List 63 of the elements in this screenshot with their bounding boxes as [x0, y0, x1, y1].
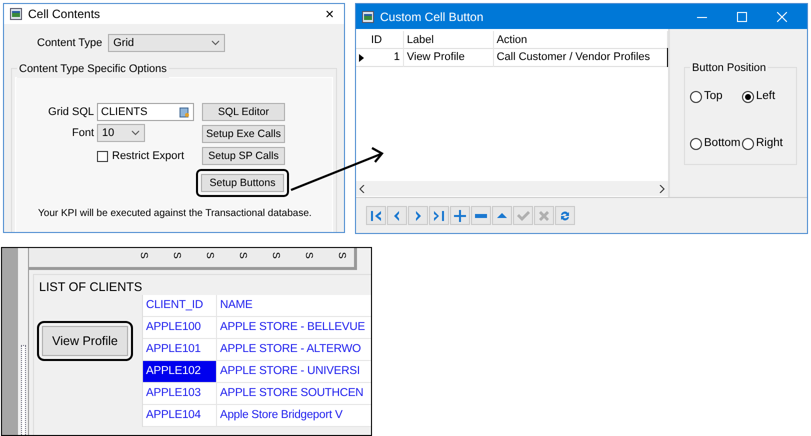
checkbox[interactable]	[97, 150, 108, 162]
ruler-mark: S	[269, 252, 279, 260]
table-cell: Call Customer / Vendor Profiles	[494, 48, 668, 67]
table-cell[interactable]: APPLE104	[143, 405, 217, 427]
info-text: Your KPI will be executed against the Transactional database.	[38, 207, 312, 221]
dialog-button[interactable]: Setup Buttons	[201, 174, 284, 192]
grid-sql-field[interactable]: CLIENTS	[97, 103, 194, 121]
ruler-mark: S	[170, 252, 180, 260]
app-icon	[10, 8, 22, 20]
ruler-mark: S	[203, 252, 213, 260]
radio-button[interactable]	[742, 138, 754, 150]
window-title: Cell Contents	[28, 6, 100, 23]
previous-icon[interactable]	[387, 206, 407, 225]
dialog-button[interactable]: Setup SP Calls	[202, 147, 285, 165]
radio-option[interactable]: Left	[742, 88, 794, 106]
group-title: Content Type Specific Options	[17, 61, 169, 78]
table-cell: View Profile	[404, 48, 494, 67]
column-header[interactable]: CLIENT_ID	[143, 295, 217, 317]
horizontal-scrollbar[interactable]	[356, 181, 668, 196]
field-label: Content Type	[37, 36, 102, 51]
table-cell: 1	[368, 48, 404, 67]
caret-icon	[211, 40, 220, 46]
column-header[interactable]: Action	[494, 31, 668, 48]
scroll-left-icon[interactable]	[359, 184, 365, 192]
table-cell[interactable]: APPLE101	[143, 339, 217, 361]
content-type-dropdown[interactable]: Grid	[108, 34, 226, 52]
radio-option[interactable]: Top	[690, 88, 742, 106]
dialog-button[interactable]: SQL Editor	[202, 103, 285, 121]
radio-button[interactable]	[690, 90, 702, 103]
table-cell[interactable]: APPLE103	[143, 383, 217, 405]
next-icon[interactable]	[408, 206, 428, 225]
refresh-icon[interactable]	[555, 206, 575, 225]
caret-icon	[131, 130, 140, 136]
add-icon[interactable]	[450, 206, 470, 225]
maximize-icon	[737, 12, 747, 22]
radio-option[interactable]: Right	[742, 135, 794, 152]
last-record-icon[interactable]	[429, 206, 449, 225]
table-cell[interactable]: APPLE102	[143, 361, 217, 383]
scroll-right-icon[interactable]	[659, 184, 665, 192]
dialog-button[interactable]: Setup Exe Calls	[202, 125, 285, 143]
ruler-mark: S	[236, 252, 246, 260]
column-header[interactable]: ID	[368, 31, 404, 48]
first-record-icon[interactable]	[366, 206, 386, 225]
view-profile-button[interactable]: View Profile	[42, 326, 128, 356]
radio-button[interactable]	[690, 138, 702, 150]
remove-icon[interactable]	[471, 206, 491, 225]
font-dropdown[interactable]: 10	[97, 124, 145, 142]
close-icon	[777, 12, 787, 22]
table-cell[interactable]: APPLE100	[143, 317, 217, 339]
ruler-mark: S	[302, 252, 312, 260]
group-title: LIST OF CLIENTS	[39, 279, 142, 296]
field-label: Font	[70, 126, 94, 141]
ruler-mark: S	[335, 252, 345, 260]
column-header[interactable]: Label	[404, 31, 494, 48]
field-label: Grid SQL	[47, 104, 94, 120]
close-button[interactable]: ×	[321, 6, 338, 22]
app-icon	[362, 10, 374, 22]
window-title: Custom Cell Button	[380, 8, 484, 26]
radio-option[interactable]: Bottom	[690, 135, 742, 152]
checkbox-label: Restrict Export	[112, 149, 184, 164]
lookup-icon[interactable]	[179, 106, 190, 118]
radio-button[interactable]	[742, 90, 754, 103]
ruler-mark: S	[137, 252, 147, 260]
